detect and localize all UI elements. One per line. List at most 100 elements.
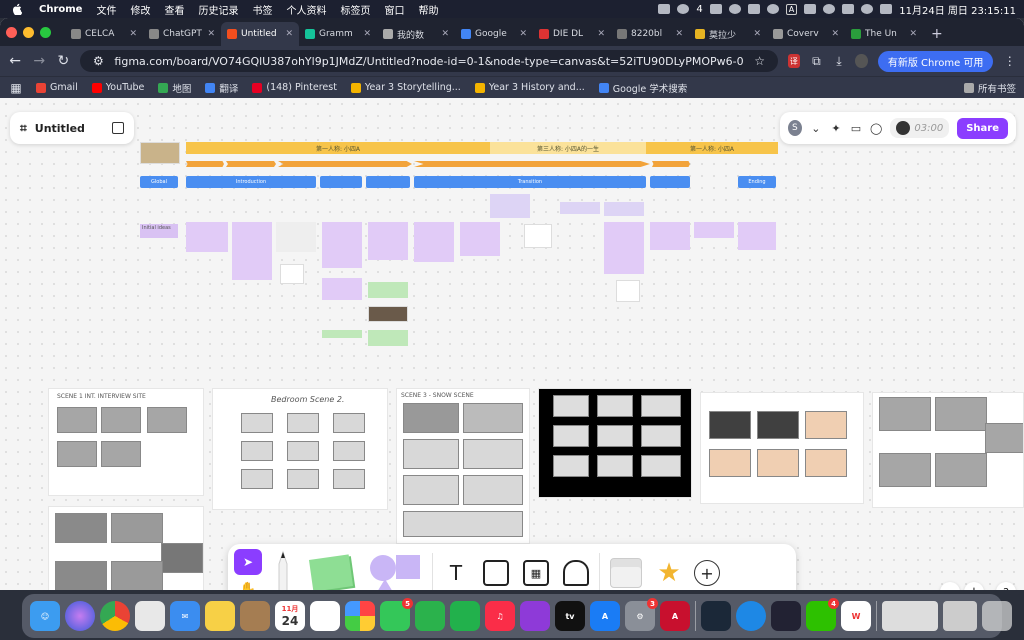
marker-pen-icon[interactable] <box>268 550 298 590</box>
category-label[interactable]: Global <box>140 176 178 188</box>
messages-icon[interactable]: 5 <box>380 598 413 631</box>
storyboard-board[interactable]: SCENE 3 - SNOW SCENE <box>396 388 530 544</box>
close-tab-icon[interactable]: ✕ <box>597 29 605 39</box>
storyboard-board[interactable] <box>700 392 864 504</box>
zoom-window-button[interactable] <box>40 26 51 38</box>
timeline-section-2[interactable]: 第三人称: 小四A的一生 <box>490 142 646 154</box>
storyboard-board[interactable] <box>48 506 204 590</box>
back-arrow-icon[interactable]: ← <box>8 53 22 69</box>
close-tab-icon[interactable]: ✕ <box>363 29 371 39</box>
timeline-section-3[interactable]: 第一人称: 小四A <box>646 142 778 154</box>
menu-help[interactable]: 帮助 <box>411 2 445 17</box>
close-tab-icon[interactable]: ✕ <box>675 29 683 39</box>
timeline-section-1[interactable]: 第一人称: 小四A <box>186 142 490 154</box>
templates-icon[interactable] <box>606 551 646 590</box>
mail-icon[interactable]: ✉ <box>170 601 200 631</box>
sticky-note[interactable] <box>604 202 644 216</box>
browser-tab[interactable]: 莫拉少 ✕ <box>689 22 767 46</box>
menu-profiles[interactable]: 个人资料 <box>279 2 333 17</box>
category-label[interactable]: Introduction <box>186 176 316 188</box>
wps-icon[interactable]: W <box>841 601 871 631</box>
sticky-note[interactable]: Initial ideas <box>140 224 178 238</box>
address-bar[interactable]: ⚙ figma.com/board/VO74GQlU387ohYl9p1JMdZ… <box>80 50 778 72</box>
bluetooth-icon[interactable] <box>823 4 836 14</box>
tray-app-icon[interactable] <box>709 4 722 14</box>
user-avatar[interactable]: S <box>788 120 802 136</box>
reload-icon[interactable]: ↻ <box>56 53 70 69</box>
close-tab-icon[interactable]: ✕ <box>129 29 137 39</box>
browser-tab[interactable]: ChatGPT ✕ <box>143 22 221 46</box>
sticky-note[interactable] <box>368 282 408 298</box>
sticky-note[interactable] <box>460 222 500 256</box>
minimize-window-button[interactable] <box>23 26 34 38</box>
close-tab-icon[interactable]: ✕ <box>207 29 215 39</box>
wifi-icon[interactable] <box>842 4 855 14</box>
battery-icon[interactable] <box>804 4 817 14</box>
move-cursor-icon[interactable]: ➤ <box>234 549 262 575</box>
browser-tab[interactable]: 8220bl ✕ <box>611 22 689 46</box>
figjam-canvas[interactable]: ⌗ Untitled S ⌄ ✦ ▭ ◯ 03:00 Share 第一人称: 小… <box>0 98 1024 590</box>
chrome-update-button[interactable]: 有新版 Chrome 可用 <box>877 50 994 72</box>
close-tab-icon[interactable]: ✕ <box>909 29 917 39</box>
facetime-icon[interactable] <box>415 601 445 631</box>
wechat-tray-icon[interactable] <box>677 4 690 14</box>
sticky-note[interactable] <box>276 222 316 252</box>
close-tab-icon[interactable]: ✕ <box>441 29 449 39</box>
storyboard-board[interactable]: Bedroom Scene 2. <box>212 388 388 510</box>
stickers-star-icon[interactable]: ★ <box>652 551 686 590</box>
launchpad-icon[interactable] <box>135 601 165 631</box>
browser-tab[interactable]: DIE DL ✕ <box>533 22 611 46</box>
category-label[interactable] <box>366 176 410 188</box>
browser-tab[interactable]: Gramm ✕ <box>299 22 377 46</box>
storyboard-board[interactable]: SCENE 1 INT. INTERVIEW SITE <box>48 388 204 496</box>
text-tool-icon[interactable]: T <box>439 551 473 590</box>
bookmark-item[interactable]: 地图 <box>158 81 191 95</box>
profile-avatar-icon[interactable] <box>855 54 868 68</box>
menu-file[interactable]: 文件 <box>89 2 123 17</box>
menu-view[interactable]: 查看 <box>157 2 191 17</box>
zoom-in-button[interactable]: + <box>964 582 984 590</box>
apple-icon[interactable] <box>10 2 24 16</box>
search-icon[interactable] <box>861 4 874 14</box>
timer[interactable]: 03:00 <box>890 118 950 138</box>
recent-window-thumbnail[interactable] <box>882 601 938 631</box>
menu-history[interactable]: 历史记录 <box>191 2 245 17</box>
recent-window-thumbnail[interactable] <box>943 601 977 631</box>
sticky-note[interactable] <box>560 202 600 214</box>
section-tool-icon[interactable] <box>479 551 513 590</box>
sticky-note[interactable] <box>368 222 408 260</box>
browser-tab[interactable]: Untitled ✕ <box>221 22 299 46</box>
close-tab-icon[interactable]: ✕ <box>831 29 839 39</box>
all-bookmarks-link[interactable]: 所有书签 <box>963 81 1016 95</box>
sketch-thumbnail[interactable] <box>616 280 640 302</box>
more-tools-plus-icon[interactable]: + <box>692 551 722 590</box>
comment-icon[interactable]: ◯ <box>870 121 882 135</box>
menu-tab[interactable]: 标签页 <box>333 2 377 17</box>
apple-tv-icon[interactable]: tv <box>555 601 585 631</box>
sticky-note[interactable] <box>322 330 362 338</box>
new-tab-button[interactable]: + <box>923 22 951 46</box>
table-tool-icon[interactable]: ▦ <box>519 551 553 590</box>
finder-icon[interactable]: ☺ <box>30 601 60 631</box>
app-icon[interactable] <box>771 601 801 631</box>
tray-app-icon[interactable] <box>766 4 779 14</box>
siri-icon[interactable] <box>65 601 95 631</box>
wechat-icon[interactable]: 4 <box>806 598 839 631</box>
shapes-tool-icon[interactable] <box>364 551 426 590</box>
close-tab-icon[interactable]: ✕ <box>519 29 527 39</box>
menu-edit[interactable]: 修改 <box>123 2 157 17</box>
steam-icon[interactable] <box>701 601 731 631</box>
zoom-out-button[interactable]: − <box>940 582 960 590</box>
bookmark-star-icon[interactable]: ☆ <box>752 54 768 68</box>
browser-tab[interactable]: Coverv ✕ <box>767 22 845 46</box>
sticky-note[interactable] <box>694 222 734 238</box>
bookmark-item[interactable]: Year 3 History and... <box>474 81 585 95</box>
present-icon[interactable]: ▭ <box>850 121 862 135</box>
sticky-note[interactable] <box>490 194 530 218</box>
sticky-note[interactable] <box>322 222 362 268</box>
notes-icon[interactable] <box>205 601 235 631</box>
podcasts-icon[interactable] <box>520 601 550 631</box>
numbers-icon[interactable] <box>450 601 480 631</box>
category-label[interactable]: Ending <box>738 176 776 188</box>
menu-app-name[interactable]: Chrome <box>32 4 89 15</box>
